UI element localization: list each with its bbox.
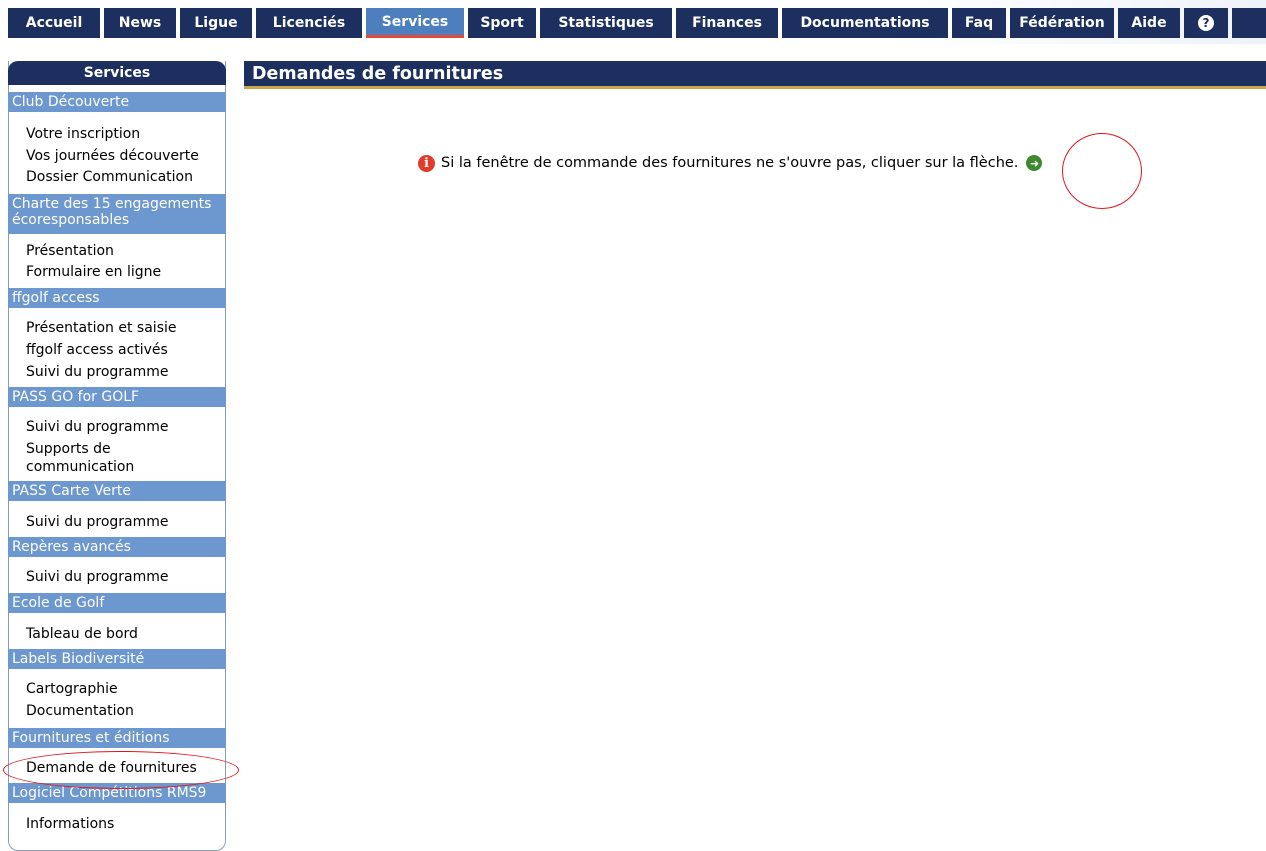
sidebar-link-presentation[interactable]: Présentation (26, 242, 114, 261)
sidebar-link-suivi-programme-passgo[interactable]: Suivi du programme (26, 418, 169, 437)
sidebar-title: Services (8, 61, 226, 85)
tab-documentations[interactable]: Documentations (782, 8, 948, 38)
sidebar-link-suivi-programme-access[interactable]: Suivi du programme (26, 363, 169, 382)
sidebar-link-dossier-communication[interactable]: Dossier Communication (26, 168, 193, 187)
tab-sport[interactable]: Sport (468, 8, 536, 38)
sidebar-link-vos-journees-decouverte[interactable]: Vos journées découverte (26, 147, 199, 166)
tab-statistiques[interactable]: Statistiques (540, 8, 672, 38)
tab-news[interactable]: News (104, 8, 176, 38)
info-message: i Si la fenêtre de commande des fournitu… (418, 151, 1043, 175)
arrow-right-circle-icon[interactable]: ➜ (1026, 155, 1043, 171)
section-header-pass-carte-verte: PASS Carte Verte (8, 481, 226, 501)
sidebar-link-votre-inscription[interactable]: Votre inscription (26, 125, 140, 144)
help-circle-icon: ? (1198, 15, 1214, 31)
annotation-circle-arrow (1062, 133, 1142, 209)
sidebar-link-cartographie[interactable]: Cartographie (26, 680, 118, 699)
section-header-club-decouverte: Club Découverte (8, 92, 226, 112)
tab-overflow[interactable] (1232, 8, 1266, 38)
section-header-labels-biodiversite: Labels Biodiversité (8, 649, 226, 669)
sidebar-link-presentation-saisie[interactable]: Présentation et saisie (26, 319, 177, 338)
tab-federation[interactable]: Fédération (1010, 8, 1114, 38)
sidebar-link-suivi-programme-carteverte[interactable]: Suivi du programme (26, 513, 169, 532)
section-header-fournitures-editions: Fournitures et éditions (8, 728, 226, 748)
sidebar-link-ffgolf-access-actives[interactable]: ffgolf access activés (26, 341, 168, 360)
tab-finances[interactable]: Finances (676, 8, 778, 38)
section-header-charte: Charte des 15 engagements écoresponsable… (8, 194, 226, 234)
annotation-circle-demande (3, 751, 239, 789)
sidebar: Services Club Découverte Votre inscripti… (8, 61, 226, 851)
info-message-text: Si la fenêtre de commande des fourniture… (441, 155, 1019, 171)
section-header-reperes-avances: Repères avancés (8, 537, 226, 557)
section-header-ecole-de-golf: Ecole de Golf (8, 593, 226, 613)
section-header-ffgolf-access: ffgolf access (8, 288, 226, 308)
section-header-pass-go-for-golf: PASS GO for GOLF (8, 387, 226, 407)
sidebar-link-documentation[interactable]: Documentation (26, 702, 134, 721)
tab-licencies[interactable]: Licenciés (256, 8, 362, 38)
tab-accueil[interactable]: Accueil (8, 8, 100, 38)
help-tab[interactable]: ? (1184, 8, 1228, 38)
sidebar-link-informations[interactable]: Informations (26, 815, 114, 834)
tab-services[interactable]: Services (366, 8, 464, 38)
tab-faq[interactable]: Faq (952, 8, 1006, 38)
page-title: Demandes de fournitures (252, 64, 504, 84)
sidebar-link-supports-communication[interactable]: Supports de communication (26, 440, 166, 476)
tab-ligue[interactable]: Ligue (180, 8, 252, 38)
info-icon: i (418, 154, 435, 172)
sidebar-link-suivi-programme-reperes[interactable]: Suivi du programme (26, 568, 169, 587)
top-navigation: Accueil News Ligue Licenciés Services Sp… (0, 0, 1266, 44)
sidebar-link-formulaire-en-ligne[interactable]: Formulaire en ligne (26, 263, 161, 282)
sidebar-link-tableau-de-bord[interactable]: Tableau de bord (26, 625, 138, 644)
tab-aide[interactable]: Aide (1118, 8, 1180, 38)
